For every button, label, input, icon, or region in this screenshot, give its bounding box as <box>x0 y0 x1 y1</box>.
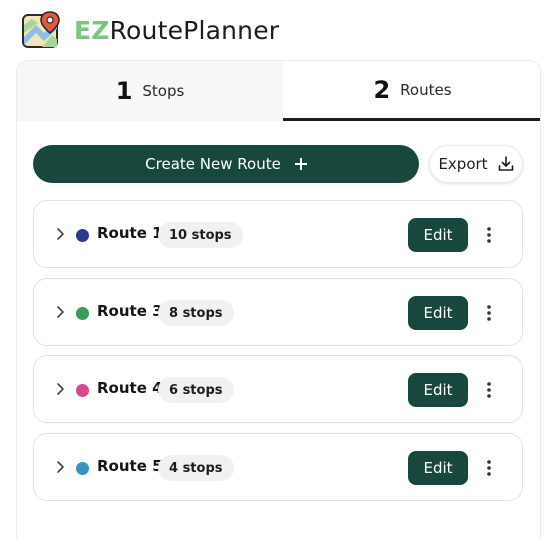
plus-icon <box>294 158 307 170</box>
routes-content: Create New Route Export Route 1 10 stops… <box>17 121 540 540</box>
brand-name: RoutePlanner <box>109 15 280 45</box>
route-card[interactable]: Route 4 6 stops Edit <box>33 355 523 423</box>
tab-routes-number: 2 <box>373 75 391 104</box>
route-card[interactable]: Route 5 4 stops Edit <box>33 433 523 501</box>
chevron-right-icon[interactable] <box>53 382 67 396</box>
download-icon <box>498 156 513 171</box>
route-name: Route 3 <box>97 302 163 320</box>
route-stops-badge: 8 stops <box>158 300 234 326</box>
route-stops-badge: 4 stops <box>158 455 234 481</box>
edit-route-button[interactable]: Edit <box>408 218 468 252</box>
tab-routes-label: Routes <box>400 80 452 99</box>
more-vertical-icon[interactable] <box>482 458 496 478</box>
tab-routes[interactable]: 2 Routes <box>283 61 540 121</box>
brand-title: EZRoutePlanner <box>74 16 279 45</box>
tab-bar: 1 Stops 2 Routes <box>17 61 540 121</box>
more-vertical-icon[interactable] <box>482 225 496 245</box>
route-name: Route 5 <box>97 457 163 475</box>
tab-stops-label: Stops <box>142 82 185 100</box>
route-color-dot <box>76 462 89 475</box>
edit-route-button[interactable]: Edit <box>408 373 468 407</box>
chevron-right-icon[interactable] <box>53 305 67 319</box>
more-vertical-icon[interactable] <box>482 303 496 323</box>
tab-stops[interactable]: 1 Stops <box>17 61 283 121</box>
app-header: EZRoutePlanner <box>22 10 279 50</box>
route-stops-badge: 6 stops <box>158 377 234 403</box>
create-new-route-label: Create New Route <box>145 155 281 173</box>
chevron-right-icon[interactable] <box>53 227 67 241</box>
route-name: Route 4 <box>97 379 163 397</box>
more-vertical-icon[interactable] <box>482 380 496 400</box>
route-color-dot <box>76 384 89 397</box>
export-label: Export <box>438 155 488 173</box>
edit-route-button[interactable]: Edit <box>408 296 468 330</box>
map-pin-logo-icon <box>22 11 60 48</box>
route-card[interactable]: Route 3 8 stops Edit <box>33 278 523 346</box>
export-button[interactable]: Export <box>429 145 523 183</box>
route-stops-badge: 10 stops <box>158 222 243 248</box>
route-color-dot <box>76 307 89 320</box>
edit-route-button[interactable]: Edit <box>408 451 468 485</box>
routes-panel: 1 Stops 2 Routes Create New Route Export… <box>16 60 541 540</box>
brand-prefix: EZ <box>74 15 110 45</box>
tab-stops-number: 1 <box>115 77 133 105</box>
create-new-route-button[interactable]: Create New Route <box>33 145 419 183</box>
route-name: Route 1 <box>97 224 163 242</box>
chevron-right-icon[interactable] <box>53 460 67 474</box>
route-color-dot <box>76 229 89 242</box>
route-card[interactable]: Route 1 10 stops Edit <box>33 200 523 268</box>
